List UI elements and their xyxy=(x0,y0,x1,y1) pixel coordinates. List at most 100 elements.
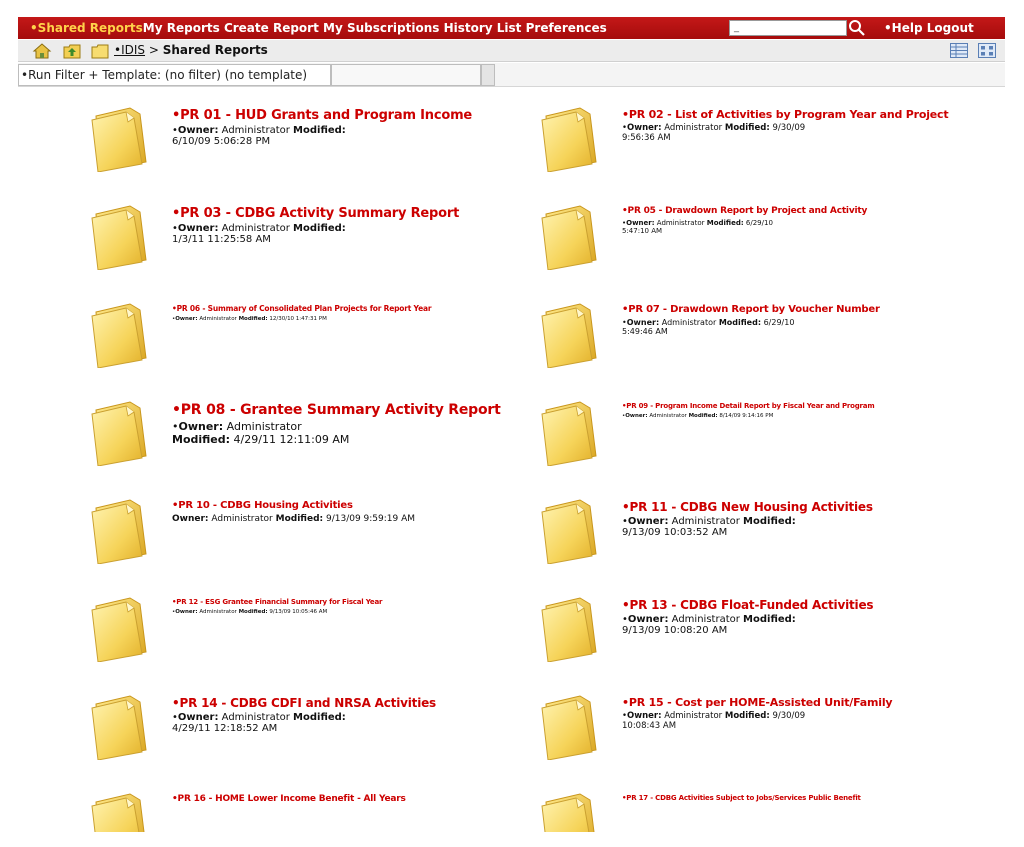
report-folder-icon[interactable] xyxy=(90,400,152,466)
modified-label: Modified: xyxy=(293,125,346,136)
owner-label: Owner: xyxy=(177,712,219,723)
report-title-link[interactable]: •PR 11 - CDBG New Housing Activities xyxy=(622,500,873,514)
report-folder-icon[interactable] xyxy=(90,596,152,662)
breadcrumb: •IDIS > Shared Reports xyxy=(114,40,268,60)
folder-icon[interactable] xyxy=(90,42,110,60)
report-meta: •Owner: Administrator Modified: 9/13/09 … xyxy=(172,609,372,615)
owner-value: Administrator xyxy=(221,223,290,234)
modified-value: 4/29/11 12:11:09 AM xyxy=(233,433,350,446)
owner-value: Administrator xyxy=(211,514,273,524)
report-folder-icon[interactable] xyxy=(540,596,602,662)
owner-value: Administrator xyxy=(671,614,740,625)
report-item: •PR 05 - Drawdown Report by Project and … xyxy=(540,204,970,296)
report-title-link[interactable]: •PR 12 - ESG Grantee Financial Summary f… xyxy=(172,598,382,606)
report-folder-icon[interactable] xyxy=(540,106,602,172)
breadcrumb-current: Shared Reports xyxy=(162,43,268,57)
owner-label: Owner: xyxy=(626,318,660,327)
report-title-link[interactable]: •PR 10 - CDBG Housing Activities xyxy=(172,500,353,511)
icon-view-icon[interactable] xyxy=(978,43,996,58)
report-folder-icon[interactable] xyxy=(540,400,602,466)
modified-label: Modified: xyxy=(238,609,268,615)
report-folder-icon[interactable] xyxy=(90,792,152,832)
breadcrumb-root-link[interactable]: •IDIS xyxy=(114,43,145,57)
nav-create-report[interactable]: Create Report xyxy=(224,21,319,35)
report-title-link[interactable]: •PR 17 - CDBG Activities Subject to Jobs… xyxy=(622,794,861,802)
report-title-link[interactable]: •PR 09 - Program Income Detail Report by… xyxy=(622,402,875,410)
report-folder-icon[interactable] xyxy=(540,498,602,564)
report-item: •PR 07 - Drawdown Report by Voucher Numb… xyxy=(540,302,970,394)
modified-value: 9/13/09 10:08:20 AM xyxy=(622,625,728,636)
home-icon[interactable] xyxy=(32,42,52,60)
owner-label: Owner: xyxy=(626,219,655,227)
report-item: •PR 10 - CDBG Housing Activities Owner: A… xyxy=(90,498,520,590)
modified-label: Modified: xyxy=(743,614,796,625)
modified-label: Modified: xyxy=(172,433,231,446)
modified-value: 8/14/09 9:14:16 PM xyxy=(719,413,774,419)
owner-value: Administrator xyxy=(661,318,717,327)
owner-value: Administrator xyxy=(656,219,705,227)
report-title-link[interactable]: •PR 16 - HOME Lower Income Benefit - All… xyxy=(172,794,406,804)
filter-tab-blank xyxy=(331,64,481,86)
nav-history-list[interactable]: History List xyxy=(444,21,522,35)
modified-value: 9/13/09 9:59:19 AM xyxy=(325,514,416,524)
report-title-link[interactable]: •PR 08 - Grantee Summary Activity Report xyxy=(172,402,501,418)
nav-my-reports[interactable]: My Reports xyxy=(143,21,220,35)
owner-label: Owner: xyxy=(627,711,662,721)
report-folder-icon[interactable] xyxy=(90,302,152,368)
owner-label: Owner: xyxy=(627,516,669,527)
report-folder-icon[interactable] xyxy=(90,498,152,564)
modified-value: 1/3/11 11:25:58 AM xyxy=(172,234,271,245)
modified-label: Modified: xyxy=(724,123,770,133)
modified-label: Modified: xyxy=(706,219,744,227)
report-title-link[interactable]: •PR 03 - CDBG Activity Summary Report xyxy=(172,206,459,221)
report-folder-icon[interactable] xyxy=(90,694,152,760)
report-grid: •PR 01 - HUD Grants and Program Income •O… xyxy=(0,92,1024,832)
report-title-link[interactable]: •PR 06 - Summary of Consolidated Plan Pr… xyxy=(172,304,432,313)
up-folder-icon[interactable] xyxy=(62,42,82,60)
report-folder-icon[interactable] xyxy=(90,204,152,270)
report-item: •PR 11 - CDBG New Housing Activities •Own… xyxy=(540,498,970,590)
modified-label: Modified: xyxy=(275,514,324,524)
modified-value: 12/30/10 1:47:31 PM xyxy=(269,315,327,322)
logout-link[interactable]: Logout xyxy=(927,21,974,35)
report-title-link[interactable]: •PR 13 - CDBG Float-Funded Activities xyxy=(622,598,874,612)
report-item: •PR 06 - Summary of Consolidated Plan Pr… xyxy=(90,302,520,394)
modified-label: Modified: xyxy=(724,711,770,721)
search-input[interactable]: _ xyxy=(729,20,847,36)
modified-label: Modified: xyxy=(688,413,718,419)
owner-label: Owner: xyxy=(172,514,209,524)
report-folder-icon[interactable] xyxy=(540,792,602,832)
help-link[interactable]: •Help xyxy=(884,21,923,35)
report-folder-icon[interactable] xyxy=(540,694,602,760)
report-folder-icon[interactable] xyxy=(90,106,152,172)
report-meta: •Owner: Administrator Modified: 12/30/10… xyxy=(172,316,372,322)
owner-label: Owner: xyxy=(625,413,648,419)
owner-label: Owner: xyxy=(175,315,198,322)
modified-label: Modified: xyxy=(238,315,268,322)
report-item: •PR 08 - Grantee Summary Activity Report… xyxy=(90,400,520,492)
report-title-link[interactable]: •PR 02 - List of Activities by Program Y… xyxy=(622,108,949,121)
report-meta: •Owner: Administrator Modified: 9/13/09 … xyxy=(622,516,807,538)
nav-my-subscriptions[interactable]: My Subscriptions xyxy=(323,21,439,35)
run-filter-template-tab[interactable]: •Run Filter + Template: (no filter) (no … xyxy=(18,64,331,86)
modified-value: 9/13/09 10:05:46 AM xyxy=(269,609,328,615)
nav-shared-reports[interactable]: •Shared Reports xyxy=(30,21,143,35)
report-title-link[interactable]: •PR 14 - CDBG CDFI and NRSA Activities xyxy=(172,696,436,710)
report-meta: •Owner: Administrator Modified: 9/30/09 … xyxy=(622,711,807,731)
report-title-link[interactable]: •PR 15 - Cost per HOME-Assisted Unit/Fam… xyxy=(622,696,893,709)
filter-scroll-handle[interactable] xyxy=(481,64,495,86)
report-folder-icon[interactable] xyxy=(540,204,602,270)
search-icon[interactable] xyxy=(848,19,866,37)
report-meta: •Owner: Administrator Modified: 8/14/09 … xyxy=(622,413,822,419)
details-view-icon[interactable] xyxy=(950,43,968,58)
report-folder-icon[interactable] xyxy=(540,302,602,368)
report-title-link[interactable]: •PR 05 - Drawdown Report by Project and … xyxy=(622,206,867,216)
owner-value: Administrator xyxy=(226,420,302,433)
report-title-link[interactable]: •PR 01 - HUD Grants and Program Income xyxy=(172,108,472,123)
owner-label: Owner: xyxy=(627,123,662,133)
page-footer-space xyxy=(0,832,1024,847)
report-title-link[interactable]: •PR 07 - Drawdown Report by Voucher Numb… xyxy=(622,304,880,315)
breadcrumb-separator: > xyxy=(145,43,163,57)
owner-label: Owner: xyxy=(175,609,198,615)
nav-preferences[interactable]: Preferences xyxy=(526,21,607,35)
